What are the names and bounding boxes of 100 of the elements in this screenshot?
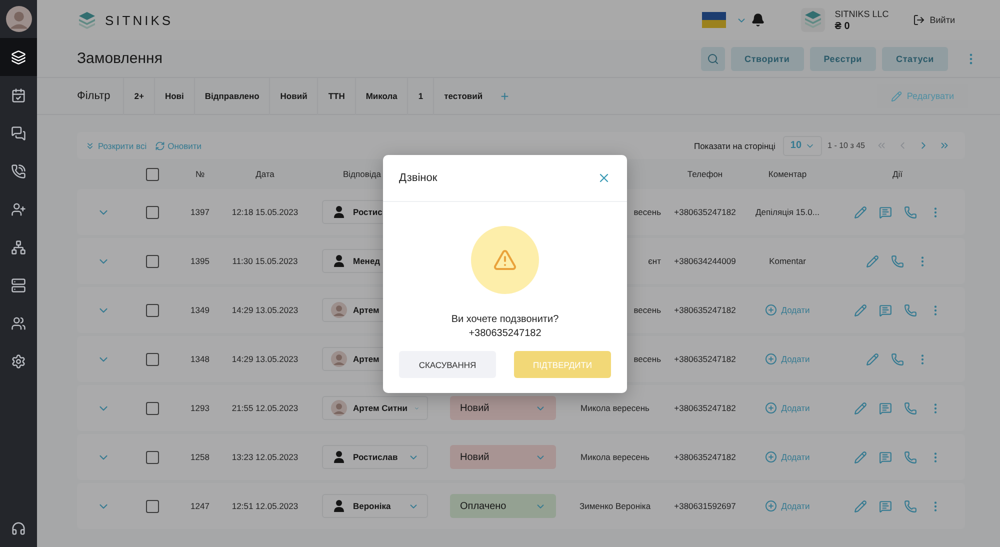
dialog-message: Ви хочете подзвонити? +380635247182 <box>450 313 560 341</box>
table-cell: 11:30 15.05.2023 <box>232 256 298 266</box>
responsible-select[interactable]: Ростислав <box>322 445 428 469</box>
phone-icon[interactable] <box>891 254 904 268</box>
logout-icon <box>912 14 925 26</box>
table-cell: 12:18 15.05.2023 <box>232 207 298 217</box>
status-select[interactable]: Новий <box>450 445 556 469</box>
column-header: Дата <box>256 169 274 179</box>
avatar <box>6 6 32 32</box>
message-icon[interactable] <box>878 206 892 218</box>
select-all-checkbox[interactable] <box>146 168 159 180</box>
double-chevron-right-icon <box>939 140 950 151</box>
filter-chip[interactable]: 1 <box>407 78 434 114</box>
table-cell: 1395 <box>190 256 210 266</box>
table-cell: 14:29 13.05.2023 <box>232 354 298 364</box>
table-cell: +380631592697 <box>674 501 736 511</box>
message-icon[interactable] <box>878 402 892 414</box>
phone-icon[interactable] <box>904 402 916 414</box>
table-cell: 21:55 12.05.2023 <box>232 403 298 413</box>
hierarchy-icon <box>11 240 26 254</box>
pencil-icon[interactable] <box>866 352 879 366</box>
phone-icon[interactable] <box>904 450 916 464</box>
page-range: 1 - 10 з 45 <box>828 141 865 150</box>
logout-link[interactable]: Вийти <box>912 14 955 26</box>
message-icon[interactable] <box>878 304 892 316</box>
company-name: SITNIKS LLC <box>834 8 889 18</box>
row-checkbox[interactable] <box>146 450 159 464</box>
filter-chip[interactable]: Микола <box>354 78 408 114</box>
row-checkbox[interactable] <box>146 500 159 512</box>
table-cell: 1247 <box>190 501 210 511</box>
user-icon <box>331 498 347 514</box>
table-cell: 14:29 13.05.2023 <box>232 305 298 315</box>
phone-icon[interactable] <box>904 206 916 218</box>
table-cell: +380635247182 <box>674 207 736 217</box>
table-cell: весень <box>634 207 661 217</box>
user-icon <box>331 204 347 220</box>
table-cell: +380635247182 <box>674 452 736 462</box>
plus-circle-icon <box>765 402 778 414</box>
pencil-icon[interactable] <box>854 206 866 218</box>
pencil-icon[interactable] <box>854 500 866 512</box>
flag-icon[interactable] <box>702 12 726 28</box>
plus-circle-icon <box>765 500 778 512</box>
row-checkbox[interactable] <box>146 206 159 218</box>
filter-chip[interactable]: Нові <box>154 78 194 114</box>
pencil-icon[interactable] <box>854 450 866 464</box>
search-icon <box>706 52 719 64</box>
filter-chip[interactable]: 2+ <box>123 78 154 114</box>
filter-chip[interactable]: тестовий <box>433 78 493 114</box>
company-logo-icon <box>800 8 825 32</box>
page-title: Замовлення <box>77 50 162 67</box>
table-cell: 1349 <box>190 305 210 315</box>
bell-icon[interactable] <box>750 13 765 27</box>
search-button[interactable] <box>700 46 725 70</box>
filter-chip[interactable]: ТТН <box>317 78 355 114</box>
column-header: Відповіда <box>343 169 381 179</box>
table-cell: 1348 <box>190 354 210 364</box>
table-cell: Komentar <box>769 256 806 266</box>
row-checkbox[interactable] <box>146 402 159 414</box>
row-checkbox[interactable] <box>146 352 159 366</box>
filter-chip[interactable]: Відправлено <box>194 78 270 114</box>
message-icon[interactable] <box>878 450 892 464</box>
status-select[interactable]: Оплачено <box>450 494 556 518</box>
layers-icon <box>11 50 26 64</box>
table-cell: єнт <box>648 256 661 266</box>
cancel-button[interactable]: СКАСУВАННЯ <box>399 351 496 378</box>
row-checkbox[interactable] <box>146 304 159 316</box>
table-cell: +380635247182 <box>674 354 736 364</box>
phone-icon[interactable] <box>904 500 916 512</box>
message-icon[interactable] <box>878 500 892 512</box>
double-chevron-icon <box>85 140 95 150</box>
logo-icon <box>77 10 97 30</box>
filter-chip[interactable]: Новий <box>269 78 318 114</box>
refresh-icon <box>154 140 165 150</box>
close-button[interactable] <box>597 171 611 185</box>
avatar <box>331 302 347 318</box>
phone-icon[interactable] <box>891 352 904 366</box>
table-cell: 13:23 12.05.2023 <box>232 452 298 462</box>
pencil-icon[interactable] <box>866 254 879 268</box>
user-icon <box>331 253 347 269</box>
status-select[interactable]: Новий <box>450 396 556 420</box>
phone-icon[interactable] <box>904 304 916 316</box>
pencil-icon <box>890 90 902 102</box>
responsible-select[interactable]: Артем Ситни <box>322 396 428 420</box>
sidebar-item[interactable] <box>0 38 37 76</box>
table-cell: 1293 <box>190 403 210 413</box>
table-cell: весень <box>634 305 661 315</box>
table-cell: 12:51 12.05.2023 <box>232 501 298 511</box>
responsible-select[interactable]: Вероніка <box>322 494 428 518</box>
phone-icon <box>11 164 26 178</box>
balance: ₴ 0 <box>834 20 851 32</box>
pencil-icon[interactable] <box>854 304 866 316</box>
table-cell: +380635247182 <box>674 403 736 413</box>
column-header: Коментар <box>768 169 807 179</box>
avatar <box>331 351 347 367</box>
row-checkbox[interactable] <box>146 254 159 268</box>
chat-icon <box>11 126 26 140</box>
page-size-label: Показати на сторінці <box>694 140 776 150</box>
table-cell: Микола вересень <box>580 403 650 413</box>
dialog-title: Дзвінок <box>399 172 438 184</box>
pencil-icon[interactable] <box>854 402 866 414</box>
